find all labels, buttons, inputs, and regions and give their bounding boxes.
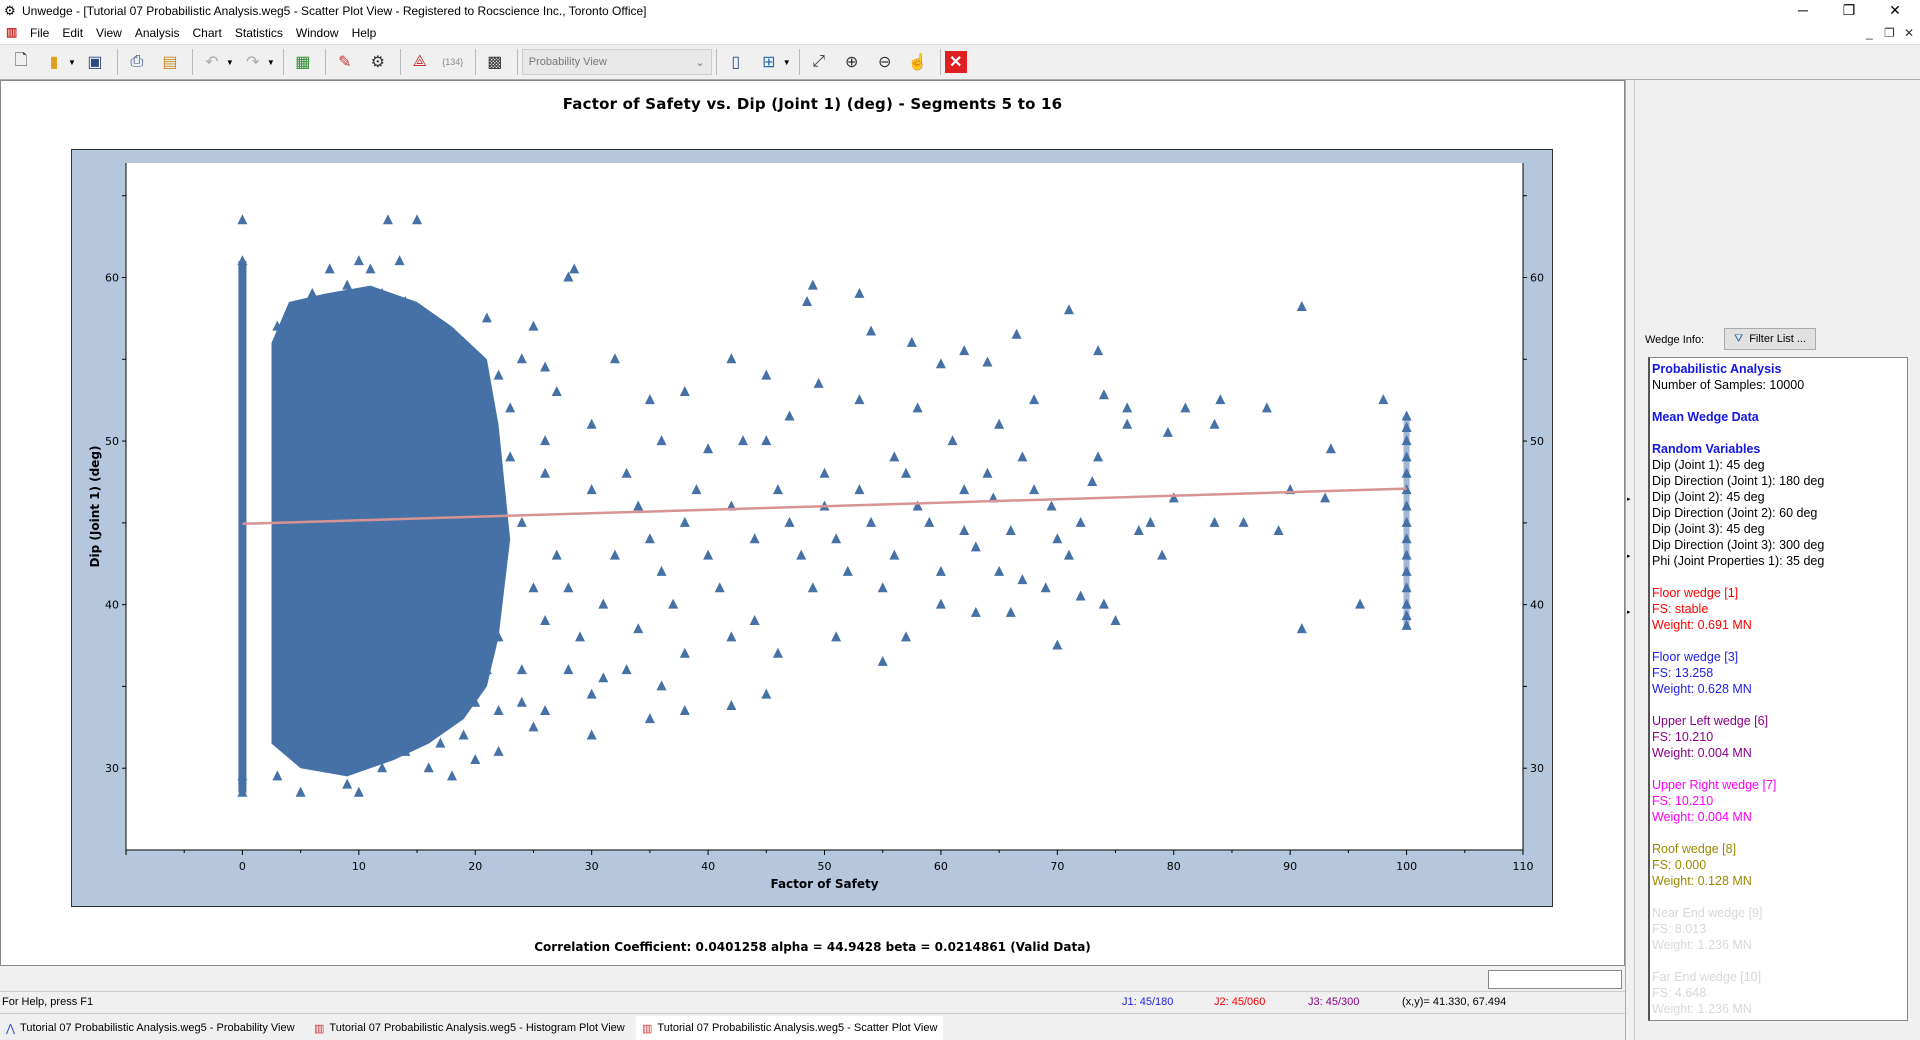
tab-label: Tutorial 07 Probabilistic Analysis.weg5 … [20,1022,295,1034]
info-heading: Probabilistic Analysis [1652,362,1782,376]
wedge-weight: Weight: 0.628 MN [1652,682,1752,696]
mdi-minimize-button[interactable]: _ [1866,26,1873,40]
y-axis-label: Dip (Joint 1) (deg) [88,446,102,568]
coordinates-status: (x,y)= 41.330, 67.494 [1402,996,1507,1008]
x-axis-label: Factor of Safety [770,877,878,891]
x-tick-label: 110 [1513,860,1534,873]
wedge-name: Floor wedge [1] [1652,586,1739,600]
y-tick-label-right: 40 [1530,599,1544,612]
tab-histogram-view[interactable]: ▥ Tutorial 07 Probabilistic Analysis.weg5… [308,1016,631,1040]
panel-splitter[interactable]: ▸ ▸ ▸ [1625,80,1634,1040]
wedge-fs: FS: 13.258 [1652,666,1714,680]
arrow-right-icon[interactable]: ▸ [1627,608,1631,616]
wedge-name: Upper Right wedge [7] [1652,778,1777,792]
wedge-fs: FS: 10.210 [1652,794,1714,808]
histogram-icon: ▥ [314,1022,325,1035]
tab-probability-view[interactable]: ⋀ Tutorial 07 Probabilistic Analysis.weg5… [0,1016,301,1040]
tab-label: Tutorial 07 Probabilistic Analysis.weg5 … [657,1022,938,1034]
correlation-text: Correlation Coefficient: 0.0401258 alpha… [534,940,1091,954]
wedge-weight: Weight: 0.691 MN [1652,618,1752,632]
wedge-fs: FS: 10.210 [1652,730,1714,744]
wedge-weight: Weight: 0.004 MN [1652,746,1752,760]
wedge-info-label: Wedge Info: [1645,334,1705,346]
variable-line: Dip Direction (Joint 3): 300 deg [1652,538,1825,552]
bell-curve-icon: ⋀ [6,1022,16,1035]
wedge-weight: Weight: 0.128 MN [1652,874,1752,888]
wedge-name: Roof wedge [8] [1652,842,1737,856]
help-text: For Help, press F1 [2,996,94,1008]
y-tick-label: 50 [105,435,119,448]
variable-line: Dip (Joint 3): 45 deg [1652,522,1765,536]
wedge-fs: FS: 8.013 [1652,922,1707,936]
x-tick-label: 0 [239,860,246,873]
variable-line: Dip (Joint 1): 45 deg [1652,458,1765,472]
filter-list-label: Filter List ... [1749,333,1807,345]
chart-icon: ▥ [642,1022,653,1035]
y-tick-label-right: 60 [1530,272,1544,285]
x-tick-label: 80 [1167,860,1181,873]
wedge-weight: Weight: 1.236 MN [1652,1002,1752,1016]
x-tick-label: 100 [1396,860,1417,873]
filter-list-button[interactable]: ⛛ Filter List ... [1724,328,1816,350]
arrow-right-icon[interactable]: ▸ [1627,552,1631,560]
variable-line: Dip Direction (Joint 2): 60 deg [1652,506,1818,520]
y-tick-label-right: 30 [1530,762,1544,775]
variable-line: Phi (Joint Properties 1): 35 deg [1652,554,1825,568]
x-tick-label: 70 [1050,860,1064,873]
mdi-close-button[interactable]: ✕ [1904,26,1914,40]
dense-marker-column [238,261,247,793]
x-tick-label: 60 [934,860,948,873]
wedge-weight: Weight: 1.236 MN [1652,938,1752,952]
wedge-name: Upper Left wedge [6] [1652,714,1769,728]
wedge-name: Far End wedge [10] [1652,970,1762,984]
mdi-restore-button[interactable]: ❐ [1884,26,1895,40]
samples-text: Number of Samples: 10000 [1652,378,1805,392]
arrow-right-icon[interactable]: ▸ [1627,495,1631,503]
status-bar: For Help, press F1 J1: 45/180 J2: 45/060… [0,991,1625,1011]
x-tick-label: 20 [468,860,482,873]
info-heading: Mean Wedge Data [1652,410,1759,424]
wedge-fs: FS: 4.648 [1652,986,1707,1000]
filter-icon: ⛛ [1733,332,1744,345]
close-button[interactable]: ✕ [1872,0,1918,22]
joint2-status: J2: 45/060 [1214,996,1266,1008]
wedge-info-text[interactable]: Probabilistic Analysis Number of Samples… [1648,357,1908,1021]
joint1-status: J1: 45/180 [1122,996,1174,1008]
y-tick-label: 60 [105,272,119,285]
wedge-name: Floor wedge [3] [1652,650,1739,664]
wedge-weight: Weight: 0.004 MN [1652,810,1752,824]
variable-line: Dip Direction (Joint 1): 180 deg [1652,474,1825,488]
y-tick-label: 40 [105,599,119,612]
tab-label: Tutorial 07 Probabilistic Analysis.weg5 … [329,1022,625,1034]
wedge-name: Near End wedge [9] [1652,906,1763,920]
bottom-strip [0,967,1625,991]
variable-line: Dip (Joint 2): 45 deg [1652,490,1765,504]
scatter-plot[interactable]: 0 10 20 30 40 50 60 70 80 90 100 110 30 30 40 40 50 50 60 6… [0,0,1625,966]
wedge-fs: FS: 0.000 [1652,858,1707,872]
minimize-button[interactable]: ─ [1780,0,1826,22]
x-tick-label: 50 [818,860,832,873]
x-tick-label: 40 [701,860,715,873]
tab-scatter-view[interactable]: ▥ Tutorial 07 Probabilistic Analysis.weg5… [636,1016,944,1040]
x-tick-label: 30 [585,860,599,873]
wedge-fs: FS: stable [1652,602,1709,616]
document-tabs: ⋀ Tutorial 07 Probabilistic Analysis.weg5… [0,1013,1625,1040]
info-heading: Random Variables [1652,442,1761,456]
progress-box [1488,970,1622,989]
x-tick-label: 10 [352,860,366,873]
y-tick-label: 30 [105,762,119,775]
y-tick-label-right: 50 [1530,435,1544,448]
x-tick-label: 90 [1283,860,1297,873]
joint3-status: J3: 45/300 [1308,996,1360,1008]
restore-button[interactable]: ❐ [1826,0,1872,22]
